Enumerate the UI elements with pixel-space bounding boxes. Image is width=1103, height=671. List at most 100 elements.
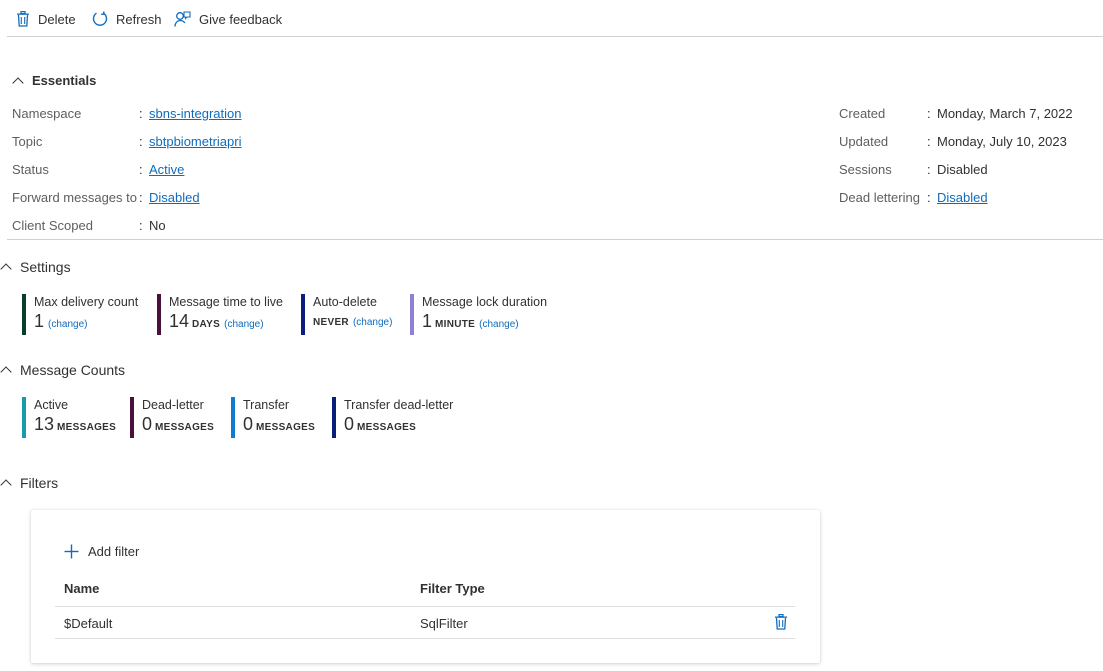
colon: : [139, 134, 143, 149]
essentials-label: Updated [839, 134, 889, 149]
filter-type-cell: SqlFilter [420, 616, 468, 631]
essentials-label: Created [839, 106, 886, 121]
tile-label: Transfer [243, 398, 290, 412]
essentials-value[interactable]: sbns-integration [149, 106, 242, 121]
tile-label: Message lock duration [422, 295, 548, 309]
tile-value: 14 [169, 311, 190, 331]
metric-tile: Transfer 0 MESSAGES [231, 397, 315, 438]
essentials-title: Essentials [32, 73, 97, 88]
change-link[interactable]: (change) [224, 319, 263, 330]
add-filter-button[interactable]: Add filter [64, 544, 139, 559]
feedback-icon [174, 11, 191, 27]
colon: : [139, 106, 143, 121]
add-filter-label: Add filter [88, 544, 140, 559]
essentials-label: Namespace [12, 106, 82, 121]
change-link[interactable]: (change) [479, 319, 518, 330]
refresh-label: Refresh [116, 11, 162, 27]
essentials-label: Topic [12, 134, 43, 149]
metric-tile: Dead-letter 0 MESSAGES [130, 397, 214, 438]
essentials-label: Dead lettering [839, 190, 920, 205]
colon: : [139, 190, 143, 205]
essentials-value: Monday, March 7, 2022 [937, 106, 1073, 121]
tile-value-row: 1 (change) [34, 311, 138, 335]
change-link[interactable]: (change) [353, 317, 392, 328]
column-header-name[interactable]: Name [64, 581, 99, 596]
tile-value: 13 [34, 414, 55, 434]
essentials-value[interactable]: Disabled [149, 190, 200, 205]
colon: : [927, 162, 931, 177]
metric-tile: Auto-delete NEVER (change) [301, 294, 392, 335]
metric-tile: Max delivery count 1 (change) [22, 294, 138, 335]
refresh-button[interactable]: Refresh [92, 9, 162, 29]
settings-title: Settings [20, 259, 71, 275]
colon: : [927, 106, 931, 121]
give-feedback-button[interactable]: Give feedback [174, 9, 282, 29]
column-header-filter-type[interactable]: Filter Type [420, 581, 485, 596]
feedback-label: Give feedback [199, 11, 283, 27]
chevron-up-icon [0, 366, 12, 378]
tile-label: Transfer dead-letter [344, 398, 454, 412]
tile-value-row: 1 MINUTE (change) [422, 311, 547, 335]
essentials-label: Sessions [839, 162, 892, 177]
plus-icon [64, 544, 79, 559]
tile-value: 0 [243, 414, 254, 434]
metric-tile: Message time to live 14 DAYS (change) [157, 294, 283, 335]
tile-unit: DAYS [192, 319, 221, 330]
colon: : [139, 218, 143, 233]
filters-title: Filters [20, 475, 59, 491]
delete-label: Delete [38, 11, 76, 27]
tile-value-row: 0 MESSAGES [344, 414, 453, 438]
chevron-up-icon [0, 263, 12, 275]
header-divider [55, 606, 795, 607]
message-counts-title: Message Counts [20, 362, 126, 378]
tile-unit: MESSAGES [57, 422, 117, 433]
tile-label: Auto-delete [313, 295, 377, 309]
chevron-up-icon [12, 76, 24, 89]
tile-unit: MESSAGES [256, 422, 316, 433]
command-bar: Delete Refresh Give feedback [0, 0, 1103, 37]
tile-value: 0 [344, 414, 355, 434]
colon: : [927, 190, 931, 205]
tile-value-row: 0 MESSAGES [243, 414, 315, 438]
colon: : [927, 134, 931, 149]
tile-value: 1 [422, 311, 433, 331]
tile-value-row: NEVER (change) [313, 311, 392, 333]
filters-card: Add filter Name Filter Type $Default Sql… [31, 510, 820, 663]
tile-unit: MINUTE [435, 319, 476, 330]
metric-tile: Active 13 MESSAGES [22, 397, 116, 438]
message-counts-toggle[interactable]: Message Counts [0, 362, 126, 378]
filter-name-cell: $Default [64, 616, 113, 631]
delete-filter-button[interactable] [774, 613, 788, 633]
essentials-value: No [149, 218, 166, 233]
metric-tile: Message lock duration 1 MINUTE (change) [410, 294, 547, 335]
essentials-label: Status [12, 162, 49, 177]
settings-toggle[interactable]: Settings [0, 259, 71, 275]
change-link[interactable]: (change) [48, 319, 87, 330]
filters-toggle[interactable]: Filters [0, 475, 59, 491]
essentials-divider [7, 239, 1103, 240]
tile-value: 1 [34, 311, 45, 331]
tile-unit: NEVER [313, 317, 349, 328]
tile-label: Dead-letter [142, 398, 204, 412]
row-divider [55, 638, 795, 639]
tile-unit: MESSAGES [357, 422, 417, 433]
chevron-up-icon [0, 479, 12, 491]
essentials-label: Forward messages to [12, 190, 137, 205]
tile-unit: MESSAGES [155, 422, 215, 433]
essentials-toggle[interactable]: Essentials [12, 73, 97, 89]
trash-icon [775, 613, 787, 630]
refresh-icon [92, 11, 108, 26]
essentials-value: Monday, July 10, 2023 [937, 134, 1067, 149]
toolbar-divider [7, 36, 1103, 37]
essentials-value[interactable]: Active [149, 162, 184, 177]
delete-button[interactable]: Delete [16, 9, 76, 29]
essentials-value[interactable]: sbtpbiometriapri [149, 134, 242, 149]
tile-value-row: 13 MESSAGES [34, 414, 116, 438]
tile-label: Max delivery count [34, 295, 139, 309]
tile-value-row: 0 MESSAGES [142, 414, 214, 438]
tile-value: 0 [142, 414, 153, 434]
essentials-value[interactable]: Disabled [937, 190, 988, 205]
essentials-label: Client Scoped [12, 218, 93, 233]
metric-tile: Transfer dead-letter 0 MESSAGES [332, 397, 453, 438]
tile-value-row: 14 DAYS (change) [169, 311, 283, 335]
